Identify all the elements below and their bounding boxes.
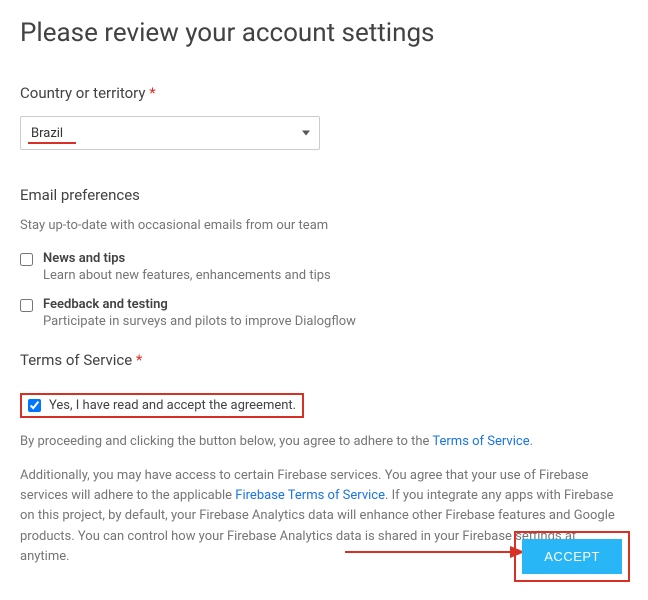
required-marker: * [136,351,142,369]
country-label: Country or territory * [20,84,628,102]
chevron-down-icon [302,131,310,136]
firebase-terms-link[interactable]: Firebase Terms of Service [235,488,385,503]
highlight-underline [28,142,76,144]
country-select[interactable]: Brazil [20,116,320,150]
required-marker: * [149,84,155,102]
news-checkbox[interactable] [20,253,33,266]
tos-heading: Terms of Service * [20,351,628,369]
feedback-title: Feedback and testing [43,297,356,312]
tos-agree-label: Yes, I have read and accept the agreemen… [49,398,296,413]
accept-highlight-box: ACCEPT [514,531,630,582]
tos-paragraph-1: By proceeding and clicking the button be… [20,432,628,452]
tos-para1-suffix: . [530,434,533,449]
tos-agree-row: Yes, I have read and accept the agreemen… [20,393,304,418]
terms-of-service-link[interactable]: Terms of Service [432,434,529,449]
news-title: News and tips [43,251,331,266]
page-title: Please review your account settings [20,18,628,48]
news-desc: Learn about new features, enhancements a… [43,268,331,283]
tos-heading-text: Terms of Service [20,351,132,369]
tos-agree-checkbox[interactable] [28,399,41,412]
arrow-icon [345,542,525,562]
feedback-checkbox[interactable] [20,299,33,312]
country-select-value: Brazil [31,126,63,141]
country-label-text: Country or territory [20,84,145,102]
email-option-feedback: Feedback and testing Participate in surv… [20,297,628,329]
tos-para1-prefix: By proceeding and clicking the button be… [20,434,432,449]
email-subtext: Stay up-to-date with occasional emails f… [20,218,628,233]
email-option-news: News and tips Learn about new features, … [20,251,628,283]
accept-button[interactable]: ACCEPT [522,539,622,574]
feedback-desc: Participate in surveys and pilots to imp… [43,314,356,329]
email-heading: Email preferences [20,186,628,204]
